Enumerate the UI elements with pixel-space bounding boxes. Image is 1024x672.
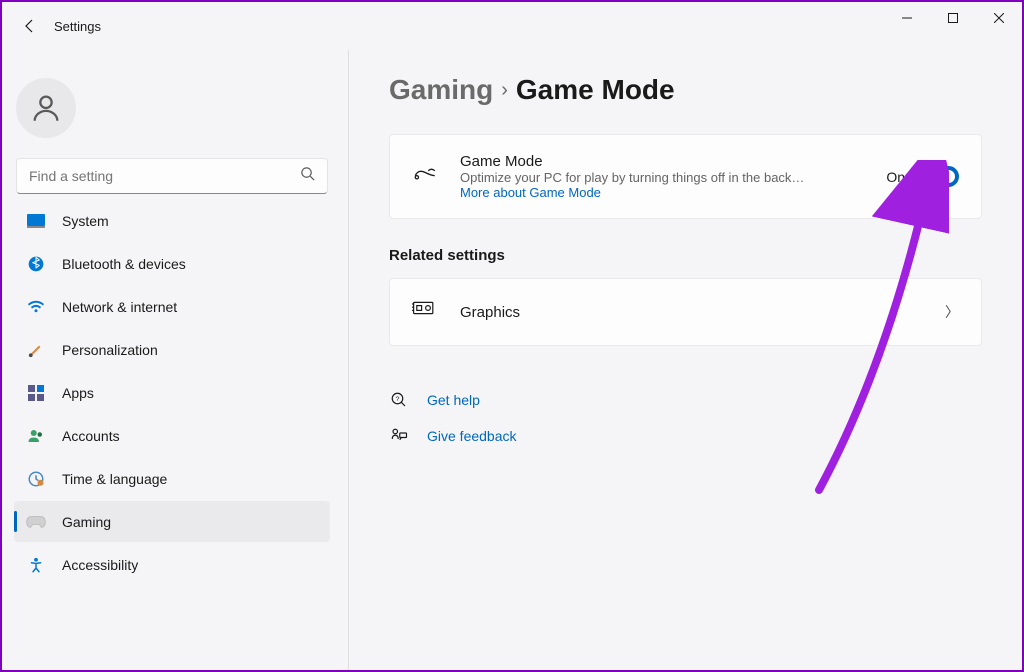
sidebar-item-gaming[interactable]: Gaming — [14, 501, 330, 542]
sidebar-item-label: Personalization — [62, 342, 158, 358]
main-panel: Gaming › Game Mode Game Mode Optimize yo… — [348, 50, 1022, 670]
breadcrumb-parent[interactable]: Gaming — [389, 74, 493, 106]
related-settings-heading: Related settings — [389, 247, 982, 264]
search-box[interactable] — [16, 158, 328, 194]
back-button[interactable] — [10, 6, 50, 46]
sidebar-item-label: Gaming — [62, 514, 111, 530]
sidebar-item-accessibility[interactable]: Accessibility — [14, 544, 330, 585]
sidebar-item-accounts[interactable]: Accounts — [14, 415, 330, 456]
game-mode-card: Game Mode Optimize your PC for play by t… — [389, 134, 982, 219]
search-input[interactable] — [29, 168, 300, 184]
graphics-label: Graphics — [460, 304, 923, 321]
chevron-right-icon: 〉 — [945, 302, 959, 322]
sidebar-item-label: Accounts — [62, 428, 120, 444]
sidebar-item-label: Time & language — [62, 471, 167, 487]
graphics-card[interactable]: Graphics 〉 — [389, 278, 982, 346]
get-help-text: Get help — [427, 392, 480, 408]
close-button[interactable] — [976, 2, 1022, 34]
chevron-right-icon: › — [501, 79, 508, 102]
sidebar-item-label: Network & internet — [62, 299, 177, 315]
game-mode-toggle[interactable] — [917, 166, 959, 187]
wifi-icon — [26, 297, 46, 317]
game-mode-title: Game Mode — [460, 153, 864, 170]
toggle-state-label: On — [886, 169, 905, 185]
get-help-link[interactable]: ? Get help — [389, 382, 982, 418]
sidebar-item-label: System — [62, 213, 109, 229]
brush-icon — [26, 340, 46, 360]
game-mode-icon — [412, 164, 438, 190]
sidebar-item-label: Accessibility — [62, 557, 138, 573]
sidebar-item-label: Apps — [62, 385, 94, 401]
game-mode-link[interactable]: More about Game Mode — [460, 185, 864, 200]
sidebar-item-time[interactable]: Time & language — [14, 458, 330, 499]
give-feedback-text: Give feedback — [427, 428, 517, 444]
accounts-icon — [26, 426, 46, 446]
game-mode-desc: Optimize your PC for play by turning thi… — [460, 170, 864, 185]
search-icon — [300, 166, 315, 186]
sidebar-item-personalization[interactable]: Personalization — [14, 329, 330, 370]
accessibility-icon — [26, 555, 46, 575]
give-feedback-link[interactable]: Give feedback — [389, 418, 982, 454]
sidebar: System Bluetooth & devices Network & int… — [2, 50, 342, 670]
sidebar-item-label: Bluetooth & devices — [62, 256, 186, 272]
apps-icon — [26, 383, 46, 403]
bluetooth-icon — [26, 254, 46, 274]
system-icon — [26, 211, 46, 231]
svg-text:?: ? — [396, 396, 400, 403]
feedback-icon — [389, 426, 409, 446]
breadcrumb: Gaming › Game Mode — [389, 74, 982, 106]
graphics-icon — [412, 299, 438, 325]
maximize-button[interactable] — [930, 2, 976, 34]
sidebar-item-apps[interactable]: Apps — [14, 372, 330, 413]
breadcrumb-current: Game Mode — [516, 74, 675, 106]
sidebar-item-bluetooth[interactable]: Bluetooth & devices — [14, 243, 330, 284]
window-title: Settings — [54, 19, 101, 34]
minimize-button[interactable] — [884, 2, 930, 34]
sidebar-item-system[interactable]: System — [14, 206, 330, 241]
sidebar-item-network[interactable]: Network & internet — [14, 286, 330, 327]
time-icon — [26, 469, 46, 489]
user-avatar[interactable] — [16, 78, 76, 138]
help-icon: ? — [389, 390, 409, 410]
gaming-icon — [26, 512, 46, 532]
